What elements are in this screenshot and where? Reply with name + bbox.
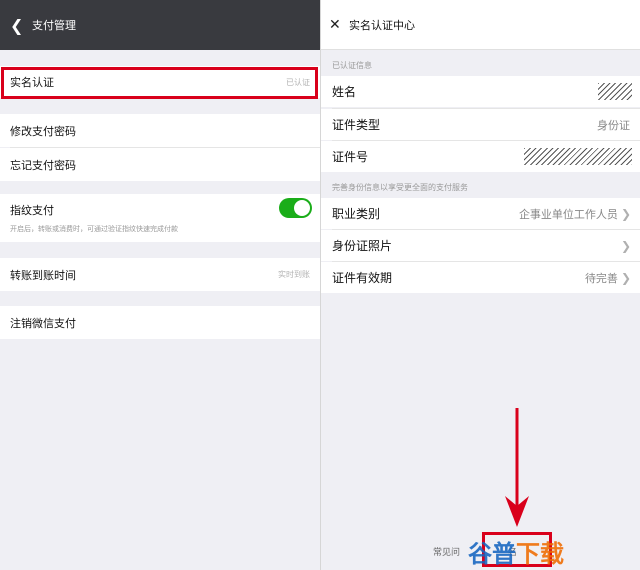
red-arrow-icon <box>505 408 529 527</box>
watermark-logo: 谷普下载 <box>468 534 564 569</box>
watermark-text-a: 谷普 <box>468 540 516 568</box>
watermark-text-b: 下载 <box>516 540 564 568</box>
